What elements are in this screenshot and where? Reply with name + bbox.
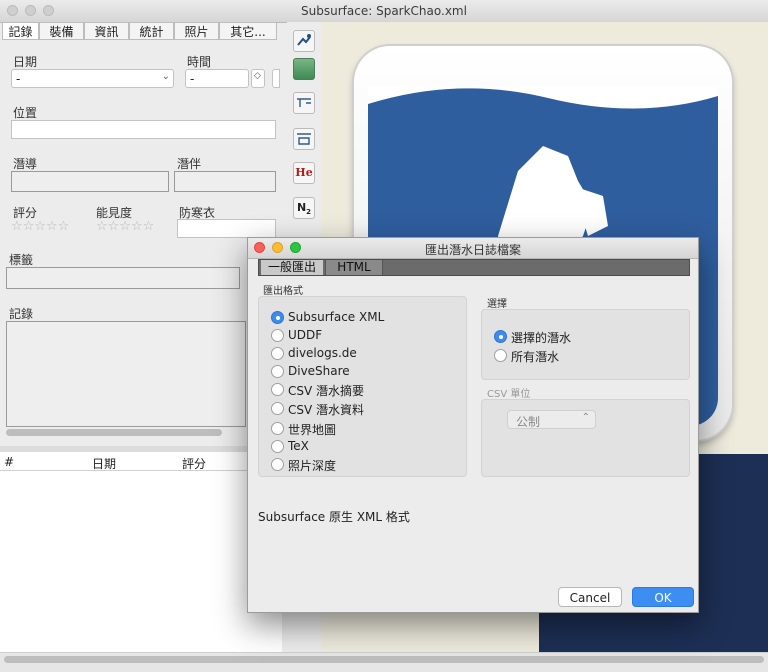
tab-photos[interactable]: 照片	[174, 22, 219, 40]
radio-icon	[271, 365, 284, 378]
column-number[interactable]: #	[4, 455, 14, 469]
horizontal-scrollbar[interactable]	[4, 656, 764, 663]
tab-equipment[interactable]: 裝備	[39, 22, 84, 40]
tab-extra[interactable]: 其它...	[219, 22, 277, 40]
visibility-stars[interactable]: ☆☆☆☆☆	[96, 219, 154, 234]
date-field[interactable]: - ⌄	[11, 69, 174, 88]
divemaster-label: 潛導	[13, 157, 38, 171]
csv-units-title: CSV 單位	[487, 389, 531, 400]
buddy-label: 潛伴	[177, 157, 202, 171]
select-arrows-icon: ⌃	[581, 412, 590, 423]
info-tab-bar: 記錄 裝備 資訊 統計 照片 其它...	[0, 22, 282, 40]
radio-icon	[271, 383, 284, 396]
radio-icon	[271, 402, 284, 415]
format-group: Subsurface XML UDDF divelogs.de DiveShar…	[258, 296, 467, 477]
notes-horizontal-scrollbar[interactable]	[6, 429, 222, 436]
export-dialog: 匯出潛水日誌檔案 一般匯出 HTML 匯出格式 Subsurface XML U…	[247, 237, 699, 613]
format-options: Subsurface XML UDDF divelogs.de DiveShar…	[271, 309, 461, 474]
tab-html[interactable]: HTML	[325, 260, 383, 275]
stepper-icon: ◇	[254, 71, 261, 81]
dive-list-header: # 日期 評分	[0, 454, 282, 471]
tab-notes[interactable]: 記錄	[2, 22, 39, 40]
bottom-scroll-area	[0, 652, 768, 672]
time-extra-field[interactable]	[272, 69, 280, 88]
cancel-button[interactable]: Cancel	[558, 587, 622, 607]
csv-units-group: 公制 ⌃	[481, 399, 690, 477]
ceiling-icon[interactable]	[293, 128, 315, 150]
window-title: Subsurface: SparkChao.xml	[301, 4, 467, 18]
tags-label: 標籤	[9, 253, 34, 267]
selection-option-selected-dives[interactable]: 選擇的潛水	[494, 328, 674, 345]
ok-button[interactable]: OK	[632, 587, 694, 607]
selection-group: 選擇的潛水 所有潛水	[481, 309, 690, 380]
date-label: 日期	[13, 55, 38, 69]
helium-icon[interactable]: He	[293, 162, 315, 184]
ruler-icon[interactable]	[293, 92, 315, 114]
radio-selected-icon	[271, 311, 284, 324]
time-label: 時間	[187, 55, 212, 69]
tags-input[interactable]	[6, 267, 240, 289]
format-description: Subsurface 原生 XML 格式	[258, 510, 410, 524]
diver-icon[interactable]	[293, 30, 315, 52]
column-rating[interactable]: 評分	[182, 455, 206, 472]
csv-units-select[interactable]: 公制 ⌃	[507, 410, 596, 429]
radio-icon	[271, 440, 284, 453]
tab-statistics[interactable]: 統計	[129, 22, 174, 40]
calculator-icon[interactable]	[293, 58, 315, 80]
suit-input[interactable]	[177, 219, 276, 238]
buddy-input[interactable]	[174, 171, 276, 192]
radio-icon	[271, 422, 284, 435]
location-input[interactable]	[11, 120, 276, 139]
tab-info[interactable]: 資訊	[84, 22, 129, 40]
column-date[interactable]: 日期	[92, 455, 116, 472]
csv-units-value: 公制	[516, 415, 541, 429]
time-field[interactable]: -	[185, 69, 249, 88]
radio-icon	[271, 458, 284, 471]
dialog-tab-bar: 一般匯出 HTML	[258, 259, 690, 276]
dialog-titlebar: 匯出潛水日誌檔案	[248, 238, 698, 259]
radio-icon	[271, 347, 284, 360]
tab-general-export[interactable]: 一般匯出	[261, 260, 323, 275]
dive-list[interactable]	[0, 452, 282, 652]
selection-group-title: 選擇	[487, 299, 507, 310]
chevron-down-icon: ⌄	[161, 71, 170, 82]
location-label: 位置	[13, 106, 38, 120]
radio-icon	[271, 329, 284, 342]
window-titlebar: Subsurface: SparkChao.xml	[0, 0, 768, 23]
format-group-title: 匯出格式	[263, 286, 303, 297]
selection-option-all-dives[interactable]: 所有潛水	[494, 347, 674, 364]
dialog-title: 匯出潛水日誌檔案	[424, 243, 521, 257]
time-value: -	[190, 72, 195, 86]
notes-label: 記錄	[9, 307, 34, 321]
rating-stars[interactable]: ☆☆☆☆☆	[11, 219, 69, 234]
divemaster-input[interactable]	[11, 171, 169, 192]
nitrogen-icon[interactable]: N2	[293, 197, 315, 219]
radio-icon	[494, 349, 507, 362]
radio-selected-icon	[494, 330, 507, 343]
date-value: -	[16, 72, 21, 86]
notes-textarea[interactable]	[6, 321, 246, 427]
time-stepper[interactable]: ◇	[251, 69, 265, 88]
nitrogen-label: N	[296, 201, 307, 214]
nitrogen-subscript: 2	[306, 208, 312, 217]
